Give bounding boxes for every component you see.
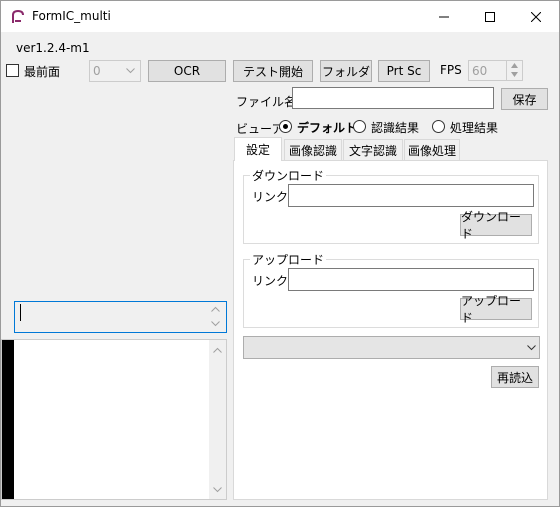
maximize-button[interactable] [467,1,513,32]
print-screen-button[interactable]: Prt Sc [378,60,430,82]
viewer-processed-radio[interactable] [432,120,445,133]
viewer-label: ビューア [236,122,284,136]
filename-input[interactable] [292,87,494,109]
camera-select[interactable]: 0 [89,60,141,82]
version-label: ver1.2.4-m1 [16,41,90,55]
viewer-default-radio[interactable] [279,120,292,133]
minimize-button[interactable] [421,1,467,32]
input-textbox[interactable] [14,301,227,333]
settings-dropdown[interactable] [243,336,540,359]
upload-link-input[interactable] [288,268,534,291]
log-scrollbar[interactable] [209,340,226,499]
scroll-down-icon[interactable] [213,487,222,493]
fps-stepper[interactable]: 60 [468,60,523,81]
tab-image-processing[interactable]: 画像処理 [404,139,460,160]
minimize-icon [439,16,449,17]
maximize-icon [485,11,495,22]
upload-link-label: リンク [252,274,289,288]
log-textarea[interactable] [1,339,227,500]
fps-label: FPS [440,63,462,77]
download-link-input[interactable] [288,184,534,207]
viewer-processed-label: 処理結果 [450,121,499,135]
spin-down-icon[interactable] [511,72,518,77]
camera-select-value: 0 [93,64,101,78]
tab-text-recognition[interactable]: 文字認識 [343,139,403,160]
chevron-down-icon [527,345,536,351]
scroll-up-icon[interactable] [213,347,222,353]
topmost-label: 最前面 [24,65,61,79]
viewer-default-label: デフォルト [297,121,358,135]
folder-button[interactable]: フォルダ [320,60,372,82]
viewer-recognition-radio[interactable] [353,120,366,133]
fps-value: 60 [472,64,488,78]
download-group-title: ダウンロード [250,167,327,184]
fps-spin-buttons[interactable] [506,61,522,80]
close-icon [531,11,541,22]
topmost-checkbox[interactable] [6,64,19,77]
download-button[interactable]: ダウンロード [460,210,532,241]
tab-image-recognition[interactable]: 画像認識 [284,139,342,160]
title-bar: FormIC_multi [1,1,559,32]
upload-group-title: アップロード [250,251,327,268]
tab-settings[interactable]: 設定 [234,137,282,161]
text-caret [20,304,21,321]
log-margin-bar [2,340,14,499]
upload-button[interactable]: アップロード [460,294,532,325]
filename-label: ファイル名 [236,95,297,109]
reload-button[interactable]: 再読込 [491,366,539,388]
test-start-button[interactable]: テスト開始 [233,60,313,82]
save-button[interactable]: 保存 [501,88,548,110]
ocr-button[interactable]: OCR [148,60,226,82]
scroll-up-icon[interactable] [211,306,220,312]
scroll-down-icon[interactable] [211,321,220,327]
main-window: FormIC_multi ver1.2.4-m1 最前面 0 OCR テスト開始… [0,0,560,507]
download-link-label: リンク [252,190,289,204]
chevron-down-icon [126,68,135,74]
window-title: FormIC_multi [32,9,111,23]
close-button[interactable] [513,1,559,32]
spin-up-icon[interactable] [511,63,518,68]
app-icon [12,9,24,23]
viewer-recognition-label: 認識結果 [371,121,420,135]
